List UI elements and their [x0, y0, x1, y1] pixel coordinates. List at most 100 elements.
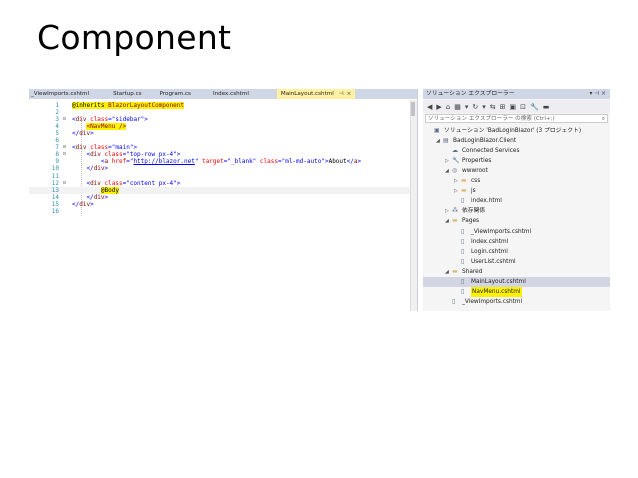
tree-item[interactable]: ▯ MainLayout.cshtml: [423, 276, 610, 287]
tree-item[interactable]: ▯ _ViewImports.cshtml: [423, 227, 610, 237]
tree-item[interactable]: ▯ Login.cshtml: [423, 247, 610, 257]
code-line: 11: [29, 173, 417, 180]
expand-arrow-icon[interactable]: ◢: [445, 216, 450, 226]
code-token: class: [256, 158, 278, 166]
code-line: 10 </div>: [29, 165, 417, 172]
toolbar-icon[interactable]: 🔧: [530, 103, 539, 111]
tree-item[interactable]: ▯ index.html: [423, 196, 610, 206]
expand-arrow-icon[interactable]: ▷: [454, 186, 459, 196]
code-token: >: [144, 116, 148, 124]
editor-tab[interactable]: MainLayout.cshtml ⊣ ×: [276, 89, 356, 99]
folder-icon: ▬: [461, 187, 467, 195]
line-number: 13: [51, 186, 59, 194]
folder-icon: ▬: [461, 177, 467, 185]
line-number: 14: [51, 193, 59, 201]
panel-controls[interactable]: ▾ ⊣ ×: [589, 89, 606, 99]
toolbar-icon[interactable]: ▦: [454, 103, 461, 111]
code-line: 9 <a href="http://blazor.net" target="_b…: [29, 158, 417, 165]
tree-item-label: Pages: [462, 218, 480, 225]
solution-explorer-title: ソリューション エクスプローラー ▾ ⊣ ×: [423, 89, 610, 99]
wrench-icon: 🔧: [452, 157, 460, 165]
line-number: 3: [55, 116, 59, 124]
tree-item-label: Properties: [462, 158, 492, 165]
expand-arrow-icon[interactable]: ▷: [445, 156, 450, 166]
tree-item[interactable]: ◢ ▬ Pages: [423, 216, 610, 226]
code-text: @inherits BlazorLayoutComponent: [72, 102, 184, 109]
tree-item[interactable]: ☁ Connected Services: [423, 146, 610, 156]
cshtml-file-icon: ▯: [461, 277, 465, 285]
toolbar-icon[interactable]: ▶: [436, 103, 441, 111]
tree-item[interactable]: ▷ ▬ css: [423, 176, 610, 186]
tree-item[interactable]: ▯ _ViewImports.cshtml: [423, 297, 610, 307]
toolbar-icon[interactable]: ▾: [465, 103, 469, 111]
fold-toggle-icon[interactable]: ⊟: [63, 116, 66, 123]
code-token: >: [357, 158, 362, 166]
tree-item-label: BadLoginBlazor.Client: [453, 138, 517, 145]
code-token: div: [93, 193, 105, 201]
solution-explorer: ソリューション エクスプローラー ▾ ⊣ × ◀ ▶ ⌂ ▦ ▾ ↻ ▾ ⇆ ⊞ ▣ ⊡ 🔧 ▬ ソリュ…: [423, 89, 610, 311]
expand-arrow-icon[interactable]: ▷: [454, 176, 459, 186]
line-number: 2: [55, 109, 59, 117]
toolbar-icon[interactable]: ▾: [482, 103, 486, 111]
toolbar-icon[interactable]: ▬: [543, 103, 550, 111]
tree-item[interactable]: ▯ UserList.cshtml: [423, 257, 610, 267]
cshtml-file-icon: ▯: [461, 287, 465, 295]
line-number: 10: [51, 165, 59, 173]
tree-item-label: Index.cshtml: [471, 238, 509, 245]
tree-item-label: _ViewImports.cshtml: [471, 228, 532, 235]
toolbar-icon[interactable]: ▣: [510, 103, 517, 111]
tree-item[interactable]: ▷ ⁂ 依存関係: [423, 206, 610, 216]
tree-item[interactable]: ▷ 🔧 Properties: [423, 156, 610, 166]
tree-item[interactable]: ◢ ▤ BadLoginBlazor.Client: [423, 136, 610, 146]
toolbar-icon[interactable]: ⌂: [446, 103, 450, 111]
editor-tab-label: Startup.cs: [113, 91, 142, 97]
code-token: ="sidebar": [108, 116, 145, 124]
code-line: 15 </div>: [29, 201, 417, 208]
tree-item[interactable]: ▯ NavMenu.cshtml: [423, 286, 610, 297]
code-line: 6: [29, 137, 417, 144]
editor-scrollbar[interactable]: [410, 100, 417, 311]
pin-icon[interactable]: ⊣: [339, 91, 344, 97]
code-token: class: [86, 144, 109, 152]
fold-toggle-icon[interactable]: ⊟: [63, 151, 66, 158]
toolbar-icon[interactable]: ◀: [427, 103, 432, 111]
code-token: BlazorLayoutComponent: [108, 102, 184, 109]
code-token: >: [176, 179, 181, 187]
toolbar-icon[interactable]: ⊡: [520, 103, 526, 111]
expand-arrow-icon[interactable]: ▷: [445, 206, 450, 216]
tree-item[interactable]: ▯ Index.cshtml: [423, 237, 610, 247]
code-line: 14 </div>: [29, 194, 417, 201]
expand-arrow-icon[interactable]: ◢: [445, 267, 450, 277]
expand-arrow-icon[interactable]: ◢: [436, 136, 441, 146]
fold-toggle-icon[interactable]: ⊟: [63, 144, 66, 151]
solution-explorer-search-input[interactable]: ソリューション エクスプローラー の検索 (Ctrl+;) ⌕: [425, 114, 608, 123]
tree-item-label: Login.cshtml: [471, 248, 508, 255]
fold-toggle-icon[interactable]: ⊟: [63, 180, 66, 187]
code-line: 12 ⊟ <div class="content px-4">: [29, 180, 417, 187]
code-line: 5 </div>: [29, 130, 417, 137]
editor-tab[interactable]: Startup.cs: [109, 89, 146, 99]
editor-tab[interactable]: Index.cshtml: [209, 89, 253, 99]
toolbar-icon[interactable]: ⊞: [500, 103, 506, 111]
close-icon[interactable]: ×: [347, 91, 352, 97]
code-area[interactable]: 1 @inherits BlazorLayoutComponent 2 3 ⊟ <div …: [29, 100, 417, 311]
folder-icon: ▬: [452, 217, 458, 225]
editor-scrollbar-thumb[interactable]: [411, 102, 415, 116]
tree-item[interactable]: ▣ ソリューション 'BadLoginBlazor' (3 プロジェクト): [423, 126, 610, 136]
editor-tab[interactable]: _ViewImports.cshtml: [29, 89, 93, 99]
tree-item[interactable]: ▷ ▬ js: [423, 186, 610, 196]
editor-tab[interactable]: Program.cs: [156, 89, 195, 99]
tree-item[interactable]: ◢ ◎ wwwroot: [423, 166, 610, 176]
tree-item[interactable]: ◢ ▬ Shared: [423, 267, 610, 277]
code-token: @Body: [100, 186, 119, 194]
editor-tab-label: _ViewImports.cshtml: [31, 91, 90, 97]
search-icon[interactable]: ⌕: [602, 115, 605, 123]
code-token: href: [108, 158, 127, 166]
code-line: 1 @inherits BlazorLayoutComponent: [29, 102, 417, 109]
line-number: 16: [51, 207, 59, 215]
code-token: @inherits: [72, 102, 109, 109]
toolbar-icon[interactable]: ↻: [472, 103, 478, 111]
expand-arrow-icon[interactable]: ◢: [445, 166, 450, 176]
toolbar-icon[interactable]: ⇆: [490, 103, 496, 111]
code-token: <NavMenu />: [86, 123, 127, 131]
